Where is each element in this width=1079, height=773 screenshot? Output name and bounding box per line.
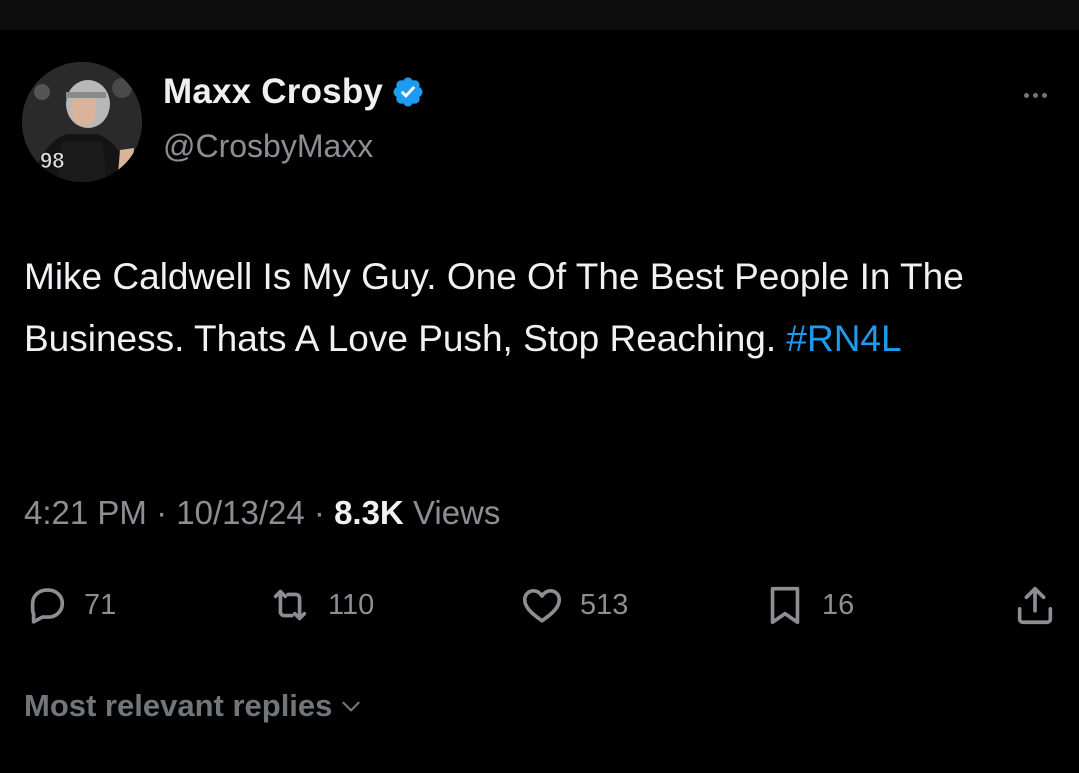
action-bar: 71 110 513 16 <box>0 580 1079 630</box>
share-icon <box>1017 586 1053 625</box>
replies-sort-label: Most relevant replies <box>24 688 333 723</box>
reply-icon <box>30 588 65 624</box>
heart-icon <box>522 588 562 623</box>
author-name-row: Maxx Crosby <box>163 72 425 112</box>
bookmark-button[interactable]: 16 <box>762 580 854 630</box>
replies-sort-dropdown[interactable]: Most relevant replies <box>24 688 364 724</box>
meta-separator: · <box>156 494 168 531</box>
tweet-meta: 4:21 PM · 10/13/24 · 8.3K Views <box>24 494 500 532</box>
more-dot-icon <box>1023 92 1029 98</box>
repost-icon <box>273 589 307 621</box>
repost-button[interactable]: 110 <box>266 580 374 630</box>
tweet-body: Mike Caldwell Is My Guy. One Of The Best… <box>24 246 1054 370</box>
player-avatar-image: 98 <box>22 62 142 182</box>
meta-separator: · <box>313 494 325 531</box>
like-count: 513 <box>580 588 629 621</box>
like-button[interactable]: 513 <box>518 580 628 630</box>
share-button[interactable] <box>1012 580 1058 630</box>
more-dot-icon <box>1032 92 1038 98</box>
more-options-button[interactable] <box>1013 80 1057 110</box>
jersey-number: 98 <box>40 148 64 173</box>
avatar[interactable]: 98 <box>22 62 142 182</box>
hashtag-link[interactable]: #RN4L <box>786 318 901 359</box>
tweet-time[interactable]: 4:21 PM <box>24 494 147 531</box>
author-handle[interactable]: @CrosbyMaxx <box>163 128 373 165</box>
tweet-date[interactable]: 10/13/24 <box>176 494 304 531</box>
more-dot-icon <box>1041 92 1047 98</box>
repost-count: 110 <box>328 588 375 621</box>
bookmark-icon <box>770 586 800 625</box>
display-name[interactable]: Maxx Crosby <box>163 72 383 112</box>
reply-count: 71 <box>84 588 117 621</box>
top-bar <box>0 0 1079 30</box>
views-count: 8.3K <box>334 494 404 531</box>
verified-badge-icon[interactable] <box>391 75 425 109</box>
reply-button[interactable]: 71 <box>24 580 116 630</box>
bookmark-count: 16 <box>822 588 855 621</box>
views-label: Views <box>412 494 501 531</box>
chevron-down-icon <box>342 701 361 712</box>
